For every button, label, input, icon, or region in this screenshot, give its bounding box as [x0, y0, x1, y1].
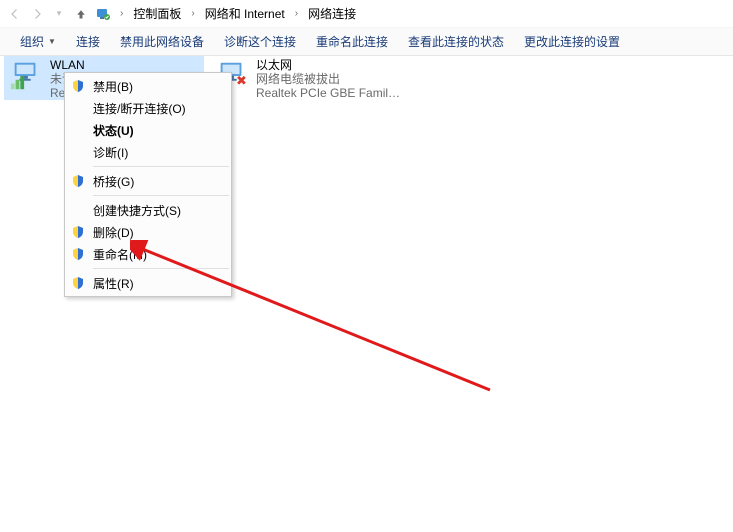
shield-icon: [71, 79, 85, 93]
disable-device-label: 禁用此网络设备: [120, 33, 204, 50]
breadcrumb-network-connections[interactable]: 网络连接: [306, 5, 358, 22]
toolbar: 组织 ▼ 连接 禁用此网络设备 诊断这个连接 重命名此连接 查看此连接的状态 更…: [0, 28, 733, 56]
connections-pane: WLAN 未识别的网络 Rea... 以太网 网络电缆被拔出 Realtek P…: [0, 56, 733, 64]
separator-icon: ›: [291, 8, 302, 19]
menu-diagnose[interactable]: 诊断(I): [65, 141, 231, 163]
context-menu: 禁用(B) 连接/断开连接(O) 状态(U) 诊断(I) 桥接(G) 创建快捷方…: [64, 72, 232, 297]
rename-button[interactable]: 重命名此连接: [306, 28, 398, 55]
organize-label: 组织: [20, 33, 44, 50]
connection-body: 以太网 网络电缆被拔出 Realtek PCIe GBE Family Cont…: [256, 58, 406, 100]
breadcrumb-control-panel[interactable]: 控制面板: [131, 5, 183, 22]
menu-label: 诊断(I): [93, 144, 128, 161]
shield-icon: [71, 174, 85, 188]
connection-status: 网络电缆被拔出: [256, 72, 406, 86]
diagnose-label: 诊断这个连接: [224, 33, 296, 50]
menu-label: 属性(R): [93, 275, 134, 292]
organize-button[interactable]: 组织 ▼: [10, 28, 66, 55]
menu-label: 禁用(B): [93, 78, 133, 95]
menu-bridge[interactable]: 桥接(G): [65, 170, 231, 192]
back-button[interactable]: [6, 5, 24, 23]
separator-icon: ›: [116, 8, 127, 19]
rename-label: 重命名此连接: [316, 33, 388, 50]
menu-label: 状态(U): [93, 122, 134, 139]
menu-label: 重命名(M): [93, 246, 147, 263]
menu-label: 连接/断开连接(O): [93, 100, 186, 117]
menu-separator: [93, 195, 229, 196]
disable-device-button[interactable]: 禁用此网络设备: [110, 28, 214, 55]
forward-button[interactable]: [28, 5, 46, 23]
menu-separator: [93, 268, 229, 269]
menu-status[interactable]: 状态(U): [65, 119, 231, 141]
menu-label: 删除(D): [93, 224, 134, 241]
connection-name: 以太网: [256, 58, 406, 72]
shield-icon: [71, 276, 85, 290]
menu-rename[interactable]: 重命名(M): [65, 243, 231, 265]
change-settings-label: 更改此连接的设置: [524, 33, 620, 50]
connect-button[interactable]: 连接: [66, 28, 110, 55]
menu-separator: [93, 166, 229, 167]
breadcrumb-network-internet[interactable]: 网络和 Internet: [203, 5, 287, 22]
separator-icon: ›: [187, 8, 198, 19]
up-button[interactable]: [72, 5, 90, 23]
menu-delete[interactable]: 删除(D): [65, 221, 231, 243]
connection-ethernet[interactable]: 以太网 网络电缆被拔出 Realtek PCIe GBE Family Cont…: [210, 56, 410, 100]
menu-create-shortcut[interactable]: 创建快捷方式(S): [65, 199, 231, 221]
diagnose-button[interactable]: 诊断这个连接: [214, 28, 306, 55]
menu-properties[interactable]: 属性(R): [65, 272, 231, 294]
address-bar: ▾ › 控制面板 › 网络和 Internet › 网络连接: [0, 0, 733, 28]
recent-dropdown[interactable]: ▾: [50, 5, 68, 23]
connection-adapter: Realtek PCIe GBE Family Contr...: [256, 86, 406, 100]
connection-name: WLAN: [50, 58, 200, 72]
control-panel-icon: [94, 5, 112, 23]
menu-disable[interactable]: 禁用(B): [65, 75, 231, 97]
chevron-down-icon: ▼: [48, 37, 56, 46]
shield-icon: [71, 247, 85, 261]
shield-icon: [71, 225, 85, 239]
view-status-button[interactable]: 查看此连接的状态: [398, 28, 514, 55]
menu-label: 桥接(G): [93, 173, 134, 190]
menu-connect-disconnect[interactable]: 连接/断开连接(O): [65, 97, 231, 119]
wlan-icon: [8, 58, 44, 94]
menu-label: 创建快捷方式(S): [93, 202, 181, 219]
change-settings-button[interactable]: 更改此连接的设置: [514, 28, 630, 55]
connect-label: 连接: [76, 33, 100, 50]
view-status-label: 查看此连接的状态: [408, 33, 504, 50]
